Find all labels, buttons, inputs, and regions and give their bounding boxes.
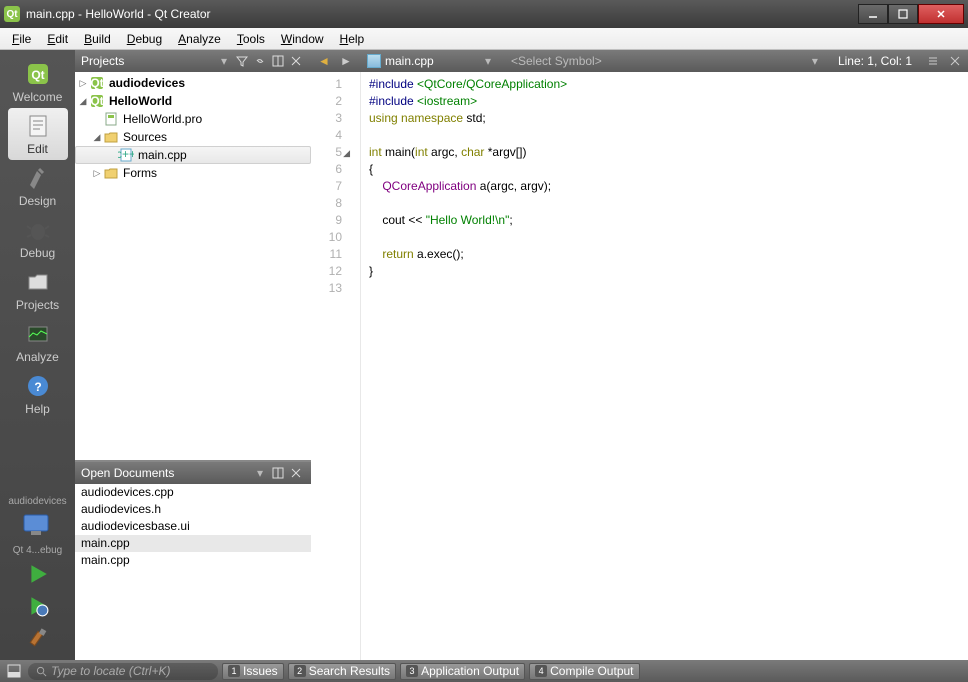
split-icon[interactable] bbox=[269, 465, 287, 481]
app-icon: Qt bbox=[4, 6, 20, 22]
open-doc-item[interactable]: main.cpp bbox=[75, 535, 311, 552]
side-panel: Projects ▾ ▷Qtaudiodevices◢QtHelloWorldH… bbox=[75, 50, 311, 660]
cursor-position: Line: 1, Col: 1 bbox=[830, 54, 920, 68]
svg-text:c++: c++ bbox=[118, 147, 134, 161]
open-docs-header: Open Documents ▾ bbox=[75, 462, 311, 484]
build-button[interactable] bbox=[18, 624, 58, 652]
open-documents-panel: Open Documents ▾ audiodevices.cppaudiode… bbox=[75, 460, 311, 660]
mode-bar: QtWelcomeEditDesignDebugProjectsAnalyze?… bbox=[0, 50, 75, 660]
projects-icon bbox=[23, 268, 53, 296]
debug-run-button[interactable] bbox=[18, 592, 58, 620]
folder-icon bbox=[103, 165, 119, 181]
mode-help[interactable]: ?Help bbox=[8, 368, 68, 420]
nav-back-icon[interactable]: ◄ bbox=[315, 53, 333, 69]
menu-debug[interactable]: Debug bbox=[119, 30, 170, 48]
design-icon bbox=[23, 164, 53, 192]
tree-item-forms[interactable]: ▷Forms bbox=[75, 164, 311, 182]
tree-item-sources[interactable]: ◢Sources bbox=[75, 128, 311, 146]
tree-item-helloworld-pro[interactable]: HelloWorld.pro bbox=[75, 110, 311, 128]
menu-build[interactable]: Build bbox=[76, 30, 119, 48]
panel-close-icon[interactable] bbox=[287, 465, 305, 481]
output-toggle-icon[interactable] bbox=[4, 663, 24, 679]
locator-input[interactable]: Type to locate (Ctrl+K) bbox=[28, 663, 218, 680]
menu-window[interactable]: Window bbox=[273, 30, 332, 48]
project-icon: Qt bbox=[89, 93, 105, 109]
line-gutter: 12345◢678910111213 bbox=[311, 72, 361, 660]
open-doc-item[interactable]: audiodevicesbase.ui bbox=[75, 518, 311, 535]
tree-item-helloworld[interactable]: ◢QtHelloWorld bbox=[75, 92, 311, 110]
folder-icon bbox=[103, 129, 119, 145]
edit-icon bbox=[23, 112, 53, 140]
titlebar: Qt main.cpp - HelloWorld - Qt Creator bbox=[0, 0, 968, 28]
maximize-button[interactable] bbox=[888, 4, 918, 24]
output-pane-issues[interactable]: 1Issues bbox=[222, 663, 284, 680]
file-dropdown[interactable]: main.cpp ▾ bbox=[359, 54, 499, 68]
output-pane-compile-output[interactable]: 4Compile Output bbox=[529, 663, 639, 680]
mode-design[interactable]: Design bbox=[8, 160, 68, 212]
kit-config-label: Qt 4...ebug bbox=[13, 545, 62, 556]
svg-text:?: ? bbox=[34, 380, 41, 394]
mode-edit[interactable]: Edit bbox=[8, 108, 68, 160]
mode-welcome[interactable]: QtWelcome bbox=[8, 56, 68, 108]
tree-item-audiodevices[interactable]: ▷Qtaudiodevices bbox=[75, 74, 311, 92]
menu-tools[interactable]: Tools bbox=[229, 30, 273, 48]
kit-selector-button[interactable] bbox=[18, 511, 58, 539]
symbol-dropdown[interactable]: <Select Symbol> ▾ bbox=[503, 54, 826, 68]
menu-file[interactable]: File bbox=[4, 30, 39, 48]
filter-icon[interactable] bbox=[233, 53, 251, 69]
pro-icon bbox=[103, 111, 119, 127]
minimize-button[interactable] bbox=[858, 4, 888, 24]
window-title: main.cpp - HelloWorld - Qt Creator bbox=[26, 7, 858, 21]
mode-analyze[interactable]: Analyze bbox=[8, 316, 68, 368]
analyze-icon bbox=[23, 320, 53, 348]
panel-close-icon[interactable] bbox=[287, 53, 305, 69]
svg-text:Qt: Qt bbox=[90, 76, 103, 90]
code-editor[interactable]: 12345◢678910111213 #include <QtCore/QCor… bbox=[311, 72, 968, 660]
close-button[interactable] bbox=[918, 4, 964, 24]
project-tree: ▷Qtaudiodevices◢QtHelloWorldHelloWorld.p… bbox=[75, 72, 311, 460]
nav-forward-icon[interactable]: ► bbox=[337, 53, 355, 69]
open-docs-title: Open Documents bbox=[81, 466, 257, 480]
run-button[interactable] bbox=[18, 560, 58, 588]
menu-analyze[interactable]: Analyze bbox=[170, 30, 229, 48]
editor-toolbar: ◄ ► main.cpp ▾ <Select Symbol> ▾ Line: 1… bbox=[311, 50, 968, 72]
link-icon[interactable] bbox=[251, 53, 269, 69]
cpp-icon: c++ bbox=[118, 147, 134, 163]
svg-text:Qt: Qt bbox=[31, 68, 44, 82]
current-filename: main.cpp bbox=[385, 54, 434, 68]
menubar: FileEditBuildDebugAnalyzeToolsWindowHelp bbox=[0, 28, 968, 50]
open-doc-item[interactable]: audiodevices.h bbox=[75, 501, 311, 518]
code-content[interactable]: #include <QtCore/QCoreApplication>#inclu… bbox=[361, 72, 968, 660]
output-pane-search-results[interactable]: 2Search Results bbox=[288, 663, 396, 680]
welcome-icon: Qt bbox=[23, 60, 53, 88]
open-doc-item[interactable]: audiodevices.cpp bbox=[75, 484, 311, 501]
editor-close-icon[interactable] bbox=[946, 53, 964, 69]
projects-panel-header: Projects ▾ bbox=[75, 50, 311, 72]
locator-placeholder: Type to locate (Ctrl+K) bbox=[51, 664, 170, 678]
mode-debug[interactable]: Debug bbox=[8, 212, 68, 264]
editor-area: ◄ ► main.cpp ▾ <Select Symbol> ▾ Line: 1… bbox=[311, 50, 968, 660]
symbol-placeholder: <Select Symbol> bbox=[511, 54, 602, 68]
project-icon: Qt bbox=[89, 75, 105, 91]
split-icon[interactable] bbox=[269, 53, 287, 69]
tree-item-main-cpp[interactable]: c++main.cpp bbox=[75, 146, 311, 164]
output-pane-application-output[interactable]: 3Application Output bbox=[400, 663, 525, 680]
mode-projects[interactable]: Projects bbox=[8, 264, 68, 316]
editor-options-icon[interactable] bbox=[924, 53, 942, 69]
search-icon bbox=[36, 666, 47, 677]
open-docs-list: audiodevices.cppaudiodevices.haudiodevic… bbox=[75, 484, 311, 660]
open-doc-item[interactable]: main.cpp bbox=[75, 552, 311, 569]
menu-help[interactable]: Help bbox=[332, 30, 373, 48]
projects-panel-title: Projects bbox=[81, 54, 221, 68]
debug-icon bbox=[23, 216, 53, 244]
kit-project-label: audiodevices bbox=[8, 496, 66, 507]
svg-text:Qt: Qt bbox=[90, 94, 103, 108]
help-icon: ? bbox=[23, 372, 53, 400]
menu-edit[interactable]: Edit bbox=[39, 30, 76, 48]
bottom-bar: Type to locate (Ctrl+K) 1Issues2Search R… bbox=[0, 660, 968, 682]
